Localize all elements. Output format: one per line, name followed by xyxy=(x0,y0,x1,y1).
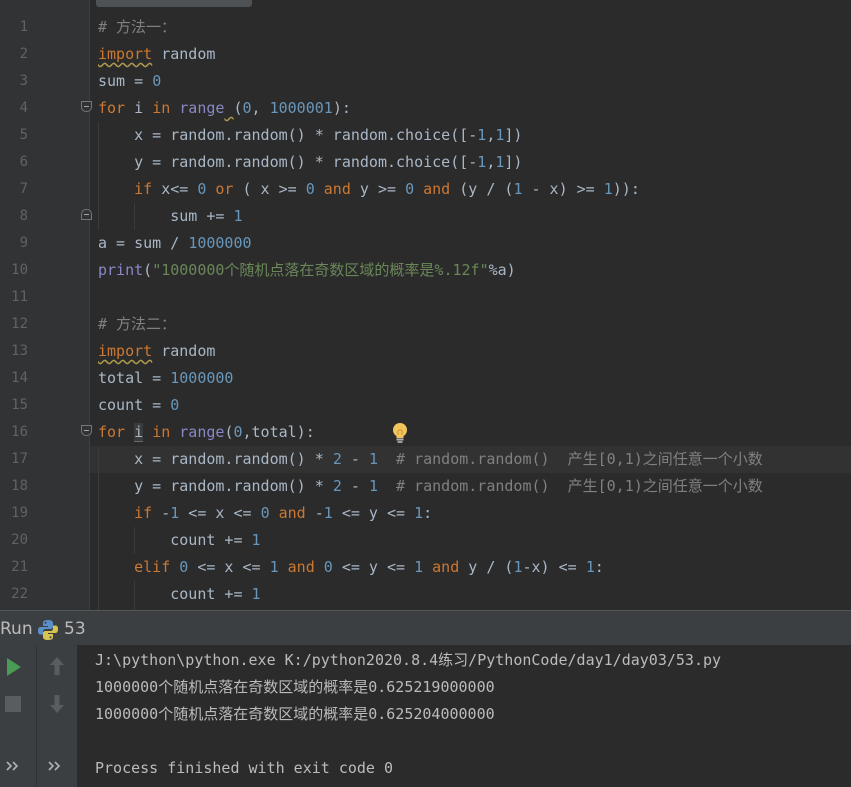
line-number: 8 xyxy=(19,208,28,224)
run-toolbar-primary xyxy=(0,645,36,787)
code-text: # 方法二： xyxy=(98,315,177,333)
stop-icon[interactable] xyxy=(4,695,22,713)
code-line-6[interactable]: y = random.random() * random.choice([-1,… xyxy=(98,149,522,176)
line-number: 10 xyxy=(11,262,28,278)
code-line-5[interactable]: x = random.random() * random.choice([-1,… xyxy=(98,122,522,149)
fold-marker[interactable] xyxy=(81,425,92,436)
line-number: 6 xyxy=(19,154,28,170)
code-text: sum = 0 xyxy=(98,72,162,90)
code-text: x = random.random() * random.choice([-1,… xyxy=(98,126,523,144)
code-text: y = random.random() * random.choice([-1,… xyxy=(98,153,523,171)
line-number: 13 xyxy=(11,343,28,359)
line-number: 19 xyxy=(11,505,28,521)
code-line-8[interactable]: sum += 1 xyxy=(98,203,243,230)
line-number: 17 xyxy=(11,451,28,467)
code-line-13[interactable]: import random xyxy=(98,338,215,365)
line-number: 1 xyxy=(19,19,28,35)
code-line-22[interactable]: count += 1 xyxy=(98,581,261,608)
code-text: x = random.random() * 2 - 1 # random.ran… xyxy=(98,450,763,468)
code-line-4[interactable]: for i in range (0, 1000001): xyxy=(98,95,351,122)
code-line-20[interactable]: count += 1 xyxy=(98,527,261,554)
fold-marker[interactable] xyxy=(81,101,92,112)
code-line-18[interactable]: y = random.random() * 2 - 1 # random.ran… xyxy=(98,473,763,500)
code-text: if x<= 0 or ( x >= 0 and y >= 0 and (y /… xyxy=(134,180,640,198)
line-number: 12 xyxy=(11,316,28,332)
code-text: import random xyxy=(98,45,216,63)
line-number: 15 xyxy=(11,397,28,413)
line-number: 3 xyxy=(19,73,28,89)
line-number: 18 xyxy=(11,478,28,494)
console-line: 1000000个随机点落在奇数区域的概率是0.625204000000 xyxy=(95,705,495,723)
run-tool-window-header: Run 53 xyxy=(0,610,851,645)
expand-icon[interactable] xyxy=(5,759,23,773)
code-text: elif 0 <= x <= 1 and 0 <= y <= 1 and y /… xyxy=(134,558,604,576)
line-number: 14 xyxy=(11,370,28,386)
fold-marker[interactable] xyxy=(81,209,92,220)
code-text: y = random.random() * 2 - 1 # random.ran… xyxy=(98,477,763,495)
line-number: 7 xyxy=(19,181,28,197)
code-text: for i in range (0, 1000001): xyxy=(98,99,351,117)
down-arrow-icon[interactable] xyxy=(47,693,67,715)
code-line-21[interactable]: elif 0 <= x <= 1 and 0 <= y <= 1 and y /… xyxy=(98,554,604,581)
console-line: Process finished with exit code 0 xyxy=(95,759,394,777)
code-line-2[interactable]: import random xyxy=(98,41,215,68)
code-line-3[interactable]: sum = 0 xyxy=(98,68,161,95)
code-line-7[interactable]: if x<= 0 or ( x >= 0 and y >= 0 and (y /… xyxy=(98,176,640,203)
code-line-1[interactable]: # 方法一： xyxy=(98,14,176,41)
editor-tab[interactable] xyxy=(96,0,252,7)
code-text: # 方法一： xyxy=(98,18,177,36)
code-text: a = sum / 1000000 xyxy=(98,234,252,252)
code-line-10[interactable]: print("1000000个随机点落在奇数区域的概率是%.12f"%a) xyxy=(98,257,516,284)
expand-icon[interactable] xyxy=(47,759,65,773)
code-text: count += 1 xyxy=(98,585,261,603)
code-text: count += 1 xyxy=(98,531,261,549)
console-line: 1000000个随机点落在奇数区域的概率是0.625219000000 xyxy=(95,678,495,696)
console-line: J:\python\python.exe K:/python2020.8.4练习… xyxy=(95,651,722,669)
line-number: 11 xyxy=(11,289,28,305)
code-text: total = 1000000 xyxy=(98,369,234,387)
run-configuration-name[interactable]: 53 xyxy=(64,619,86,639)
code-text: if -1 <= x <= 0 and -1 <= y <= 1: xyxy=(134,504,433,522)
line-number: 2 xyxy=(19,46,28,62)
python-icon xyxy=(38,620,58,640)
code-text: count = 0 xyxy=(98,396,180,414)
line-number: 21 xyxy=(11,559,28,575)
line-number: 22 xyxy=(11,586,28,602)
code-line-17[interactable]: x = random.random() * 2 - 1 # random.ran… xyxy=(98,446,763,473)
gutter-separator xyxy=(89,0,90,610)
line-number: 20 xyxy=(11,532,28,548)
line-number: 16 xyxy=(11,424,28,440)
code-line-19[interactable]: if -1 <= x <= 0 and -1 <= y <= 1: xyxy=(98,500,432,527)
code-text: for i in range(0,total): xyxy=(98,423,315,442)
code-text: sum += 1 xyxy=(98,207,243,225)
code-line-15[interactable]: count = 0 xyxy=(98,392,179,419)
run-icon[interactable] xyxy=(5,657,23,677)
run-label: Run xyxy=(0,619,33,639)
code-text: print("1000000个随机点落在奇数区域的概率是%.12f"%a) xyxy=(98,261,516,279)
code-line-12[interactable]: # 方法二： xyxy=(98,311,176,338)
code-line-9[interactable]: a = sum / 1000000 xyxy=(98,230,252,257)
code-text: import random xyxy=(98,342,216,360)
code-line-16[interactable]: for i in range(0,total): xyxy=(98,419,315,446)
line-number: 5 xyxy=(19,127,28,143)
run-toolbar-secondary xyxy=(36,645,77,787)
line-number: 4 xyxy=(19,100,28,116)
code-line-14[interactable]: total = 1000000 xyxy=(98,365,233,392)
up-arrow-icon[interactable] xyxy=(47,655,67,677)
line-number: 9 xyxy=(19,235,28,251)
lightbulb-icon[interactable] xyxy=(390,421,410,445)
run-console-output[interactable]: J:\python\python.exe K:/python2020.8.4练习… xyxy=(77,645,851,787)
code-editor[interactable]: 1 2 3 4 5 6 7 8 9 10 11 12 13 14 15 16 17 18 19 20 21 22 # 方法… xyxy=(0,0,851,610)
